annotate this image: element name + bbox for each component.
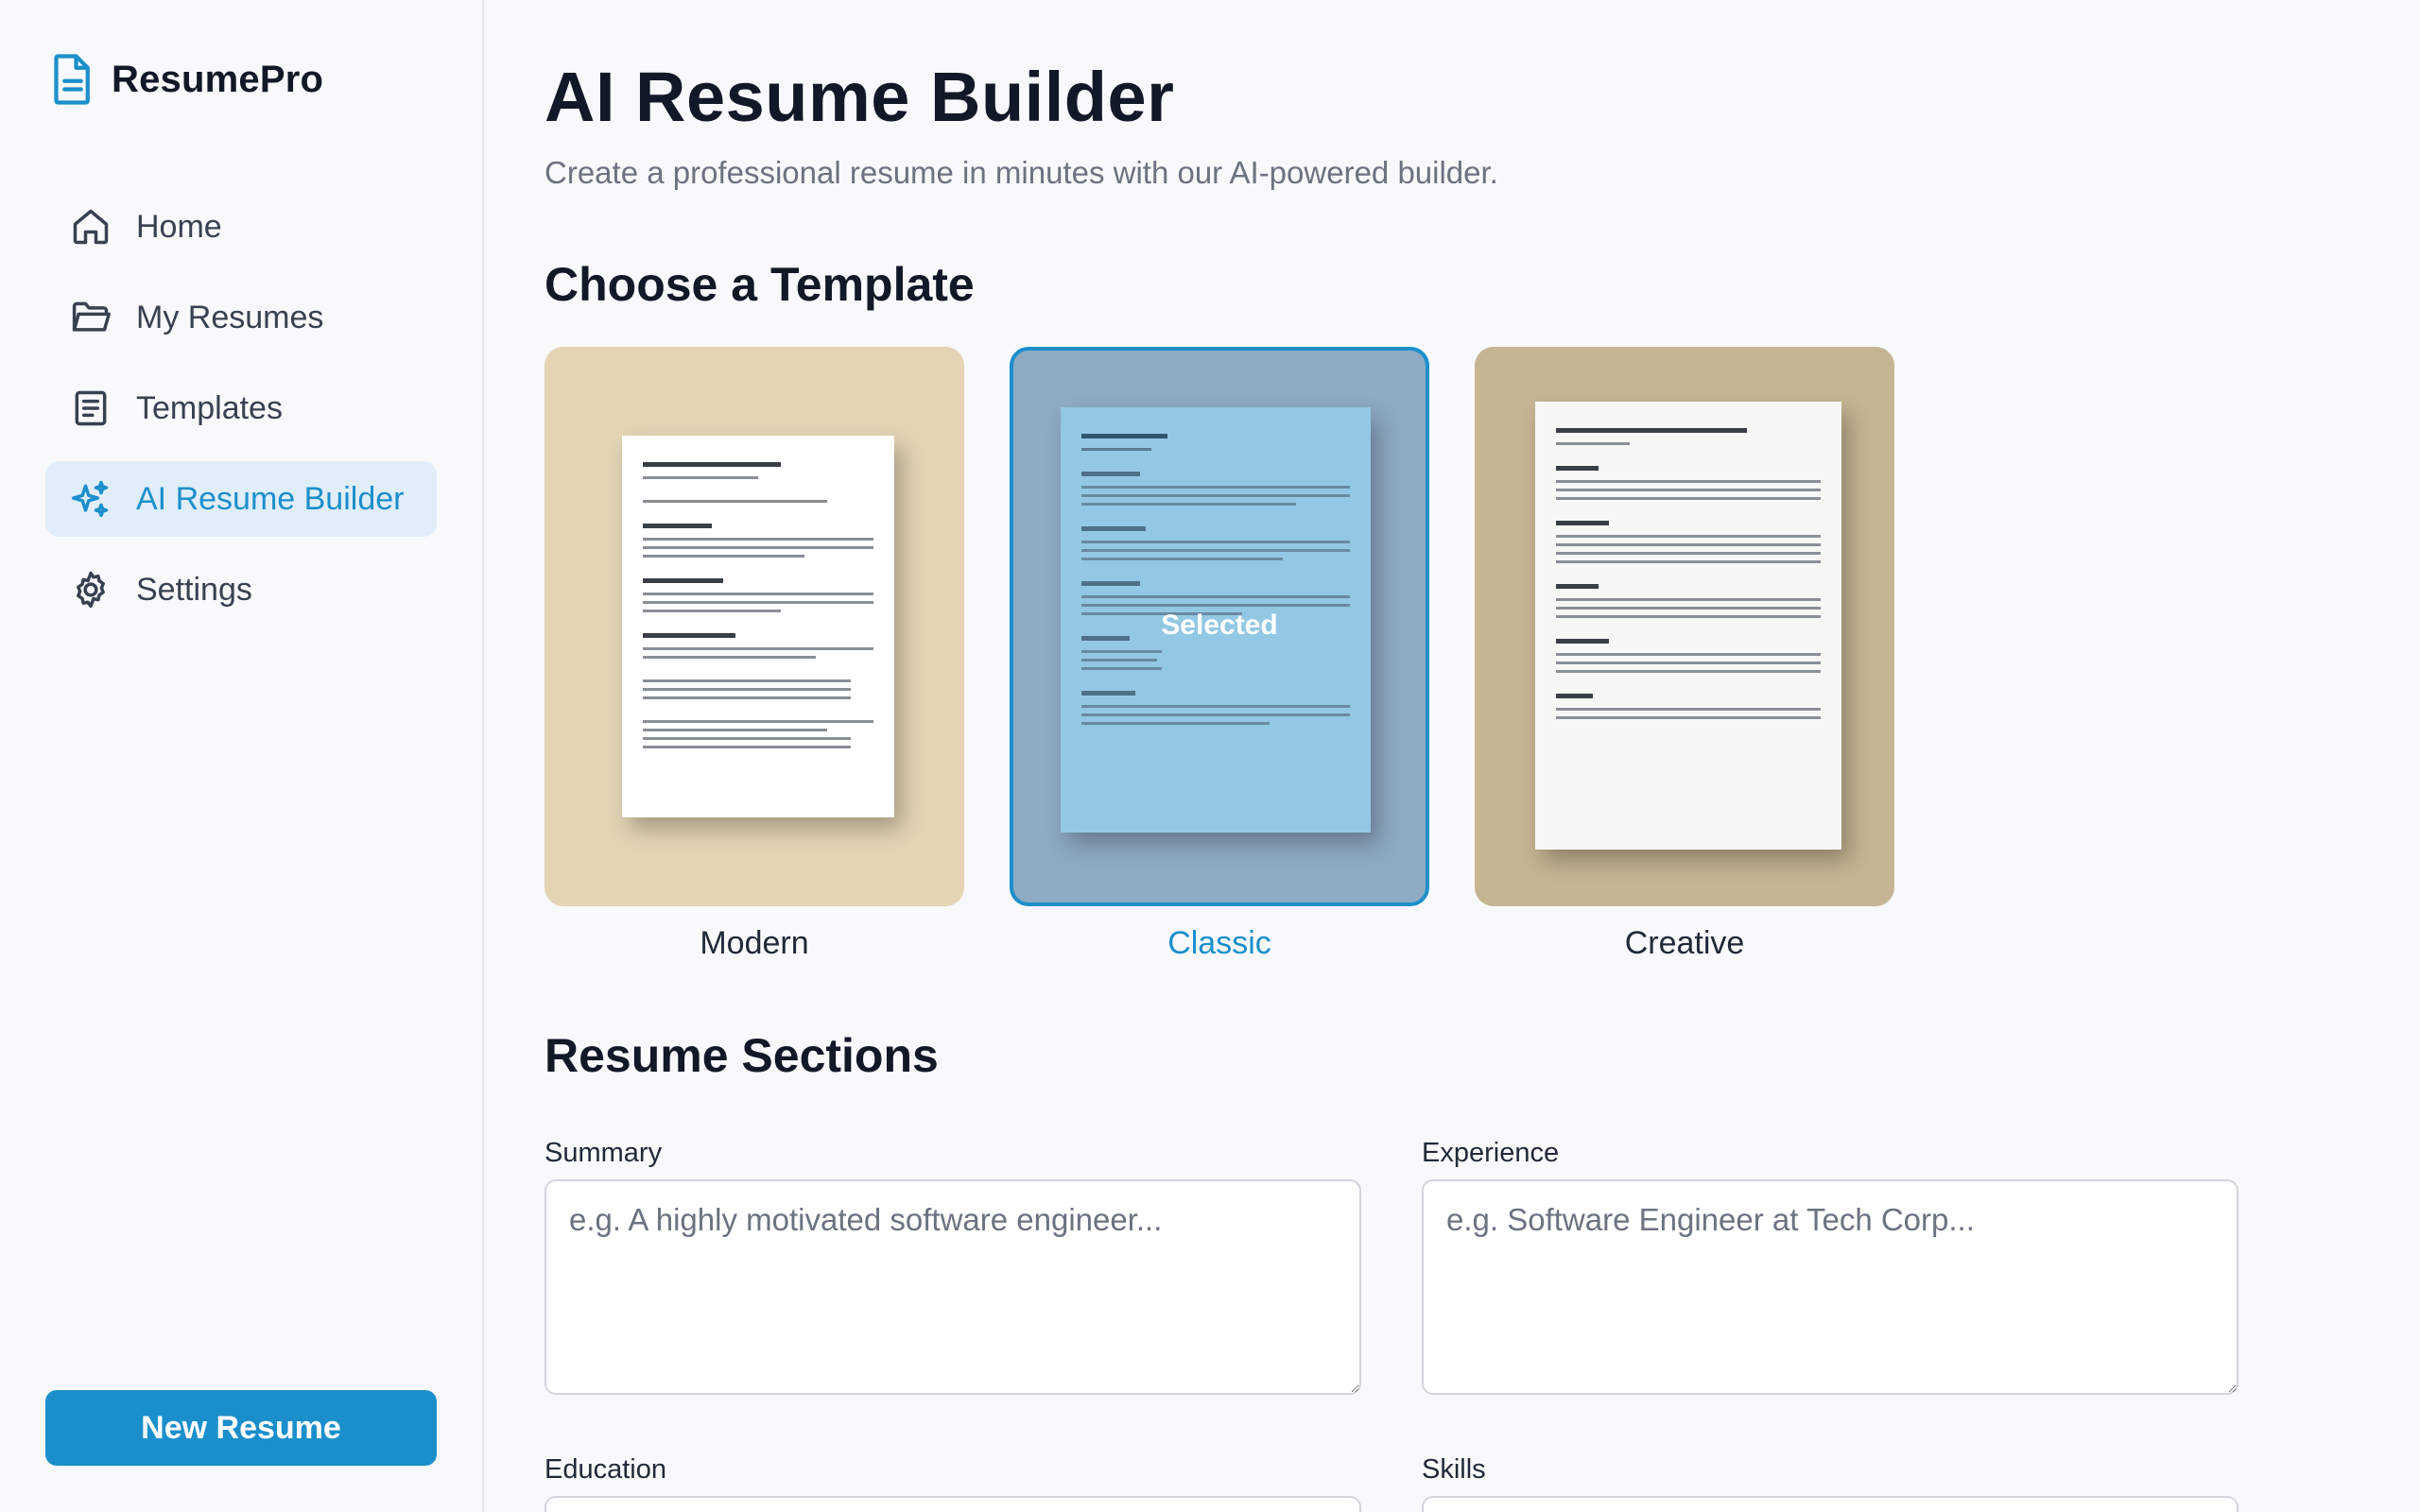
sidebar-item-label: My Resumes [136, 299, 324, 335]
gear-icon [77, 571, 105, 609]
template-thumbnail [544, 347, 964, 906]
sidebar-item-settings[interactable]: Settings [45, 552, 437, 627]
template-name: Modern [700, 925, 809, 961]
template-card-creative[interactable]: Creative [1475, 347, 1894, 962]
sidebar-item-label: Templates [136, 389, 283, 426]
sidebar-item-label: Home [136, 208, 222, 245]
education-textarea[interactable] [544, 1496, 1361, 1512]
summary-label: Summary [544, 1138, 663, 1168]
new-resume-button[interactable]: New Resume [45, 1390, 437, 1466]
brand[interactable]: ResumePro [53, 53, 323, 106]
sidebar-item-my-resumes[interactable]: My Resumes [45, 280, 437, 355]
sidebar-item-templates[interactable]: Templates [45, 370, 437, 446]
sidebar-item-ai-resume-builder[interactable]: AI Resume Builder [45, 461, 437, 537]
selected-badge: Selected [1161, 610, 1278, 641]
template-name: Classic [1167, 925, 1271, 961]
experience-label: Experience [1422, 1138, 1560, 1168]
template-thumbnail: Selected [1010, 347, 1429, 906]
main-content: AI Resume Builder Create a professional … [544, 0, 2420, 1512]
experience-textarea[interactable] [1422, 1179, 2238, 1395]
template-thumbnail [1475, 347, 1894, 906]
document-list-icon [75, 390, 107, 426]
education-label: Education [544, 1454, 666, 1485]
resume-preview [1535, 402, 1841, 850]
sidebar-item-label: AI Resume Builder [136, 480, 405, 517]
sidebar: ResumePro Home My Resumes Templates AI R… [0, 0, 484, 1512]
template-card-modern[interactable]: Modern [544, 347, 964, 962]
template-gallery: Modern Selected Classic Creative [544, 347, 1962, 971]
page-title: AI Resume Builder [544, 58, 1175, 136]
templates-heading: Choose a Template [544, 258, 975, 311]
skills-textarea[interactable] [1422, 1496, 2238, 1512]
sidebar-item-home[interactable]: Home [45, 189, 437, 265]
template-card-classic[interactable]: Selected Classic [1010, 347, 1429, 962]
sparkles-icon [71, 480, 109, 518]
app-name: ResumePro [112, 58, 324, 100]
summary-textarea[interactable] [544, 1179, 1361, 1395]
template-name: Creative [1624, 925, 1745, 961]
sections-heading: Resume Sections [544, 1029, 939, 1082]
page-subtitle: Create a professional resume in minutes … [544, 155, 1498, 190]
sidebar-nav: Home My Resumes Templates AI Resume Buil… [45, 189, 437, 643]
resume-preview [622, 436, 894, 817]
skills-label: Skills [1422, 1454, 1486, 1485]
sidebar-item-label: Settings [136, 571, 252, 608]
home-icon [73, 209, 109, 245]
folder-icon [72, 301, 111, 332]
document-logo-icon [54, 54, 90, 105]
